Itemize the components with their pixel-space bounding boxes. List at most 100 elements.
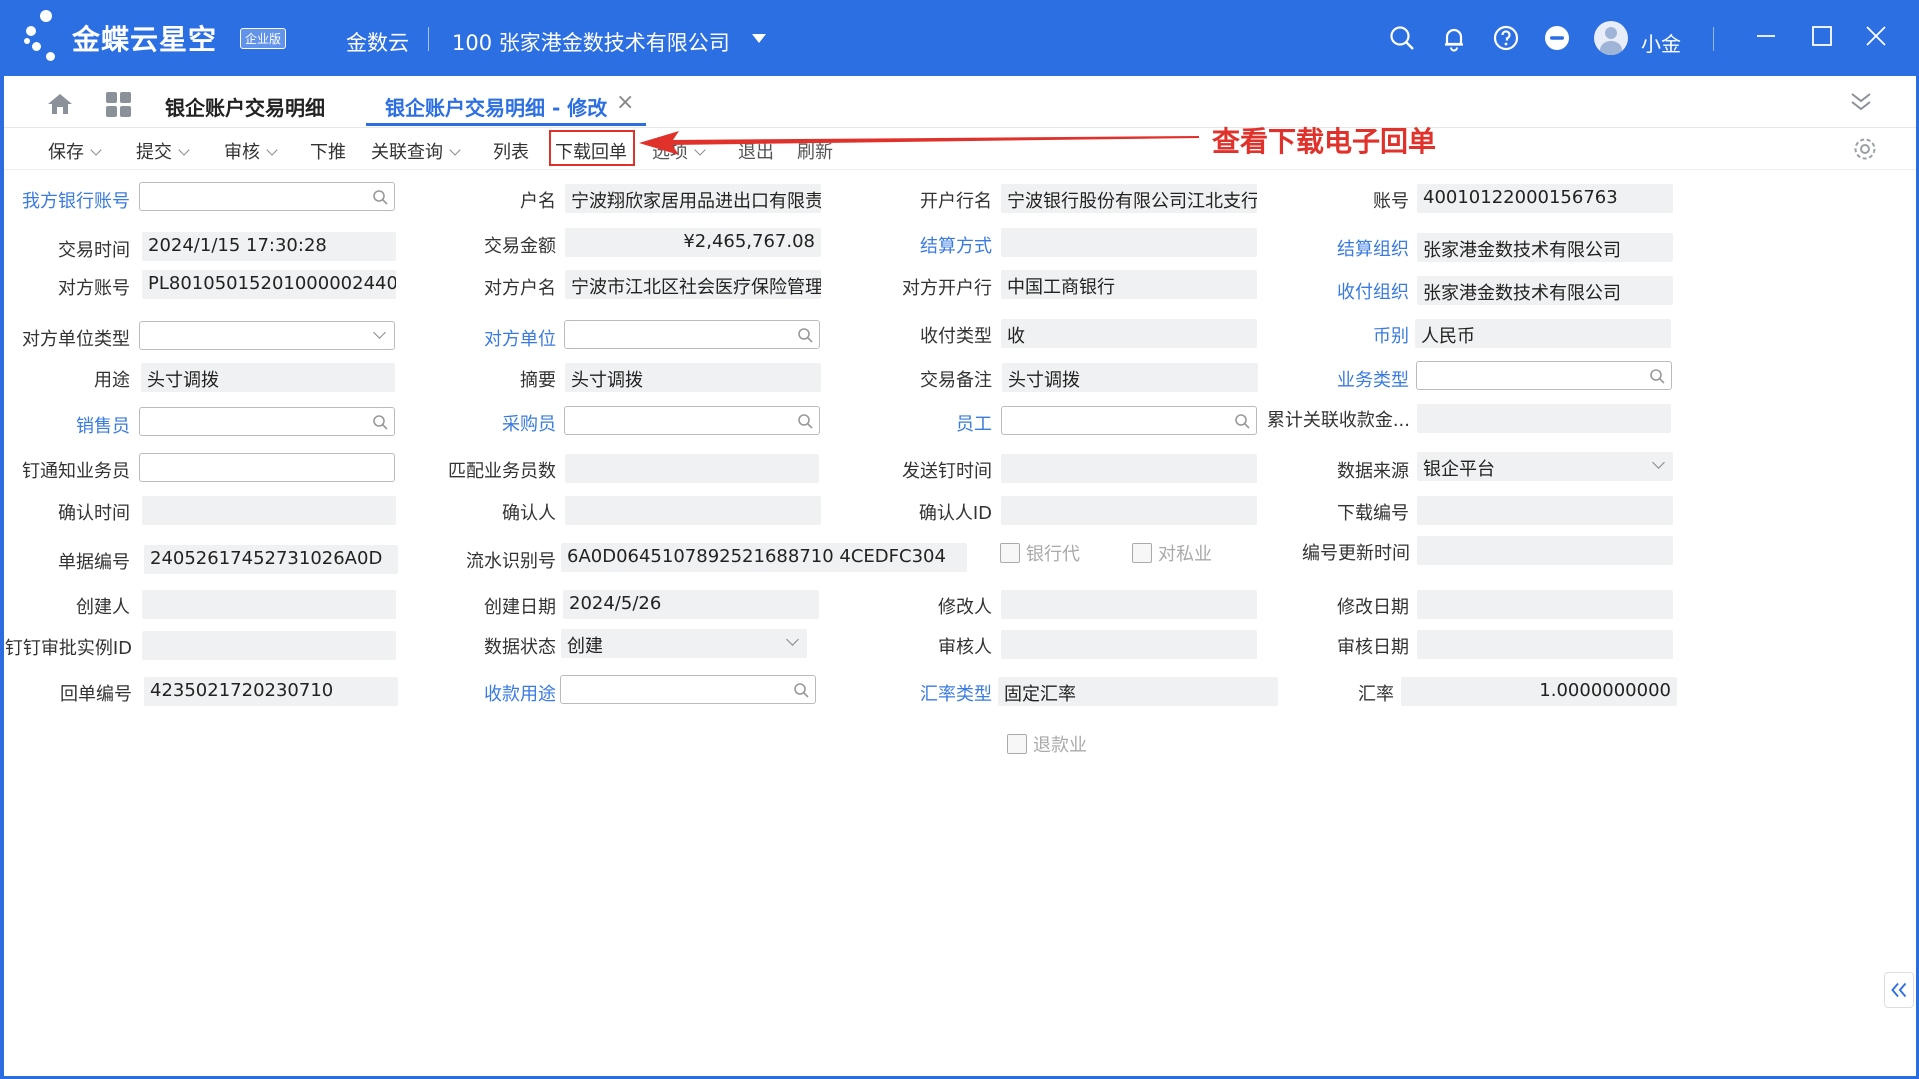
confirmer-field xyxy=(565,496,821,525)
label-modify-date: 修改日期 xyxy=(1337,597,1409,618)
modifier-field xyxy=(1001,590,1257,619)
apps-grid-icon[interactable] xyxy=(106,92,132,118)
submit-button[interactable]: 提交 xyxy=(136,138,190,164)
more-apps-icon[interactable] xyxy=(1543,24,1571,52)
linked-query-button[interactable]: 关联查询 xyxy=(371,138,461,164)
chevron-down-icon[interactable] xyxy=(178,144,190,156)
push-down-button[interactable]: 下推 xyxy=(310,138,346,164)
label-creator: 创建人 xyxy=(76,597,130,618)
brand-name: 金蝶云星空 xyxy=(72,23,218,56)
label-pay-org: 收付组织 xyxy=(1337,282,1409,303)
label-confirm-time: 确认时间 xyxy=(58,503,130,524)
cloud-name[interactable]: 金数云 xyxy=(346,27,409,57)
bell-icon[interactable] xyxy=(1440,24,1468,52)
modify-date-field xyxy=(1417,590,1673,619)
my-bank-account-input[interactable] xyxy=(139,182,395,211)
label-create-date: 创建日期 xyxy=(484,597,556,618)
confirmer-id-field xyxy=(1001,496,1257,525)
gear-icon[interactable] xyxy=(1852,136,1878,162)
close-window-icon[interactable] xyxy=(1864,24,1888,48)
list-button[interactable]: 列表 xyxy=(493,138,529,164)
org-dropdown-icon[interactable] xyxy=(752,34,766,43)
counter-unit-type-select[interactable] xyxy=(139,321,395,350)
create-date-field: 2024/5/26 xyxy=(563,590,819,619)
pay-org-field: 张家港金数技术有限公司 xyxy=(1417,276,1673,305)
org-selector[interactable]: 100 张家港金数技术有限公司 xyxy=(452,27,730,57)
counter-unit-input[interactable] xyxy=(564,320,820,349)
search-icon[interactable] xyxy=(1649,368,1665,384)
highlight-box xyxy=(549,130,635,166)
label-bill-no: 单据编号 xyxy=(58,552,130,573)
avatar[interactable] xyxy=(1594,21,1628,55)
refund-checkbox[interactable]: 退款业 xyxy=(1007,731,1087,757)
label-purpose: 用途 xyxy=(94,370,130,391)
settle-method-field xyxy=(1001,228,1257,257)
checkbox-box[interactable] xyxy=(1000,543,1020,563)
salesman-input[interactable] xyxy=(139,407,395,436)
checkbox-box[interactable] xyxy=(1007,734,1027,754)
chevron-down-icon[interactable] xyxy=(266,144,278,156)
label-trade-time: 交易时间 xyxy=(58,240,130,261)
ding-staff-input[interactable] xyxy=(139,453,395,482)
search-icon[interactable] xyxy=(372,189,388,205)
label-receive-use: 收款用途 xyxy=(484,684,556,705)
bill-no-field: 24052617452731026A0D xyxy=(144,545,398,574)
label-download-no: 下载编号 xyxy=(1337,503,1409,524)
chevron-down-icon[interactable] xyxy=(449,144,461,156)
chevron-down-icon[interactable] xyxy=(786,633,799,646)
label-no-update-time: 编号更新时间 xyxy=(1302,543,1410,564)
label-settle-org: 结算组织 xyxy=(1337,239,1409,260)
annotation-text: 查看下载电子回单 xyxy=(1212,125,1437,158)
label-account-no: 账号 xyxy=(1373,191,1409,212)
biz-type-input[interactable] xyxy=(1416,361,1672,390)
double-chevron-down-icon[interactable] xyxy=(1848,90,1874,114)
chevron-down-icon[interactable] xyxy=(90,144,102,156)
data-source-select[interactable]: 银企平台 xyxy=(1417,452,1673,481)
ding-instance-field xyxy=(142,631,396,660)
creator-field xyxy=(142,590,396,619)
chevron-down-icon[interactable] xyxy=(1652,456,1665,469)
settle-org-field: 张家港金数技术有限公司 xyxy=(1417,233,1673,262)
search-icon[interactable] xyxy=(372,414,388,430)
label-rate-type: 汇率类型 xyxy=(920,684,992,705)
buyer-input[interactable] xyxy=(564,406,820,435)
double-chevron-left-icon[interactable] xyxy=(1884,972,1914,1008)
search-icon[interactable] xyxy=(793,682,809,698)
label-counter-name: 对方户名 xyxy=(484,278,556,299)
search-icon[interactable] xyxy=(797,413,813,429)
search-icon[interactable] xyxy=(1234,413,1250,429)
minimize-icon[interactable] xyxy=(1754,24,1778,48)
audit-button[interactable]: 审核 xyxy=(224,138,278,164)
label-summary: 摘要 xyxy=(520,370,556,391)
data-status-select[interactable]: 创建 xyxy=(561,629,807,658)
tab-edit[interactable]: 银企账户交易明细 - 修改 xyxy=(385,92,607,121)
tab-list[interactable]: 银企账户交易明细 xyxy=(165,92,325,121)
tab-close-icon[interactable]: × xyxy=(616,90,634,115)
search-icon[interactable] xyxy=(1388,24,1416,52)
summary-field: 头寸调拨 xyxy=(565,363,821,392)
employee-input[interactable] xyxy=(1001,406,1257,435)
home-icon[interactable] xyxy=(46,92,74,116)
private-checkbox[interactable]: 对私业 xyxy=(1132,540,1212,566)
username[interactable]: 小金 xyxy=(1641,28,1681,57)
content-area: 银企账户交易明细 银企账户交易明细 - 修改 × 保存 提交 审核 下推 关联查… xyxy=(4,76,1916,1076)
save-button[interactable]: 保存 xyxy=(48,138,102,164)
checkbox-box[interactable] xyxy=(1132,543,1152,563)
confirm-time-field xyxy=(142,496,396,525)
bank-name-field: 宁波银行股份有限公司江北支行 xyxy=(1001,184,1257,213)
maximize-icon[interactable] xyxy=(1810,24,1834,48)
accum-linked-field xyxy=(1417,404,1671,433)
search-icon[interactable] xyxy=(797,327,813,343)
label-match-count: 匹配业务员数 xyxy=(448,461,556,482)
receive-use-input[interactable] xyxy=(560,675,816,704)
label-audit-date: 审核日期 xyxy=(1337,637,1409,658)
rate-type-field: 固定汇率 xyxy=(998,677,1278,706)
help-icon[interactable] xyxy=(1492,24,1520,52)
label-counter-unit-type: 对方单位类型 xyxy=(22,329,130,350)
purpose-field: 头寸调拨 xyxy=(141,363,395,392)
audit-date-field xyxy=(1417,630,1673,659)
label-bank-name: 开户行名 xyxy=(920,191,992,212)
bank-agent-checkbox[interactable]: 银行代 xyxy=(1000,540,1080,566)
label-trade-amount: 交易金额 xyxy=(484,236,556,257)
chevron-down-icon[interactable] xyxy=(373,326,386,339)
